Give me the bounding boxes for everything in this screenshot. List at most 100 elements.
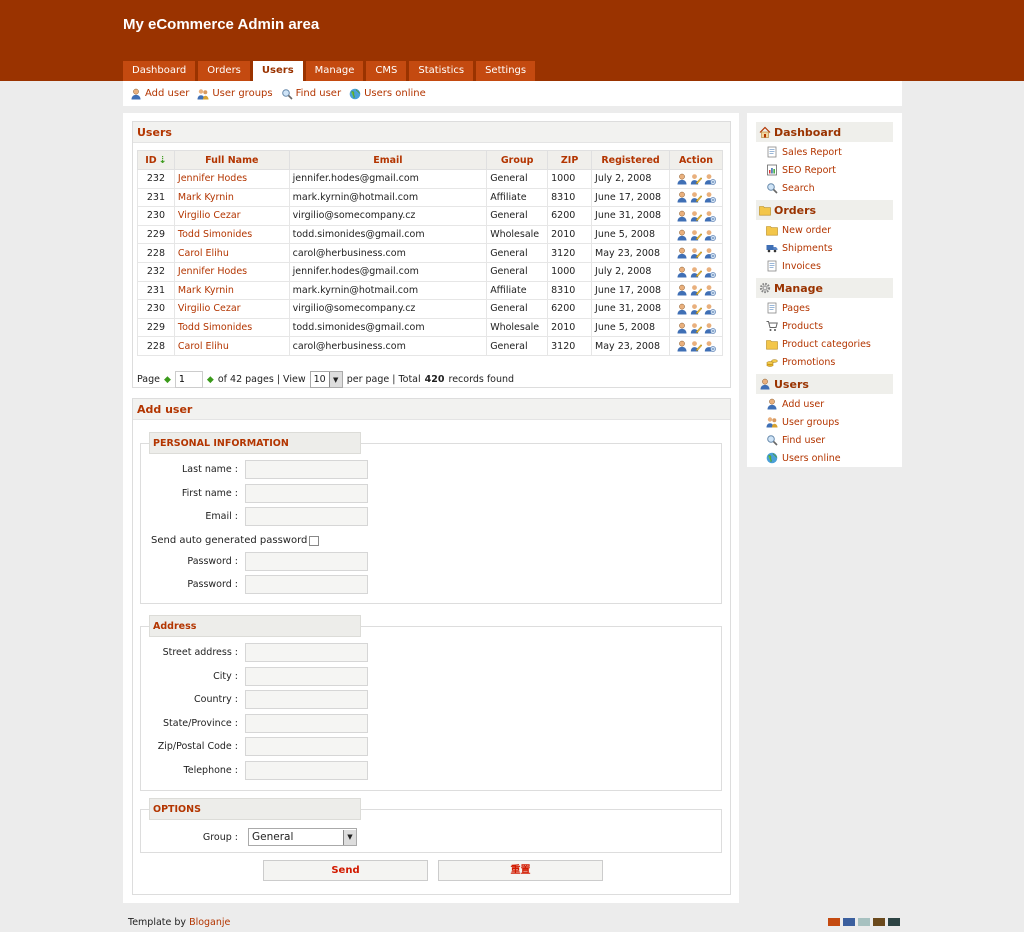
delete-user-icon[interactable] [704,191,716,204]
street-address-field[interactable] [245,643,368,662]
edit-user-icon[interactable] [690,210,702,222]
column-header-registered[interactable]: Registered [591,150,670,170]
send-button[interactable]: Send [263,860,428,881]
delete-user-icon[interactable] [704,173,716,185]
user-full-name[interactable]: Virgilio Cezar [173,299,290,319]
user-full-name[interactable]: Mark Kyrnin [173,280,290,301]
column-header-full-name[interactable]: Full Name [173,150,290,170]
per-page-select[interactable]: 10 ▼ [309,371,343,388]
user-full-name[interactable]: Todd Simonides [173,317,290,338]
delete-user-icon[interactable] [704,229,716,241]
sidebar-section-dashboard[interactable]: Dashboard [756,122,893,142]
sidebar-item-find-user[interactable]: Find user [766,434,825,446]
view-user-icon[interactable] [676,266,688,278]
auto-password-checkbox[interactable] [309,535,320,546]
sidebar-item-seo-report[interactable]: SEO Report [766,164,836,176]
edit-user-icon[interactable] [690,266,702,278]
color-swatch[interactable] [858,918,870,926]
delete-user-icon[interactable] [704,303,716,315]
tab-settings[interactable]: Settings [476,61,536,81]
edit-user-icon[interactable] [690,229,702,241]
view-user-icon[interactable] [676,340,688,352]
user-full-name[interactable]: Todd Simonides [173,224,290,245]
view-user-icon[interactable] [676,284,688,296]
subnav-find-user[interactable]: Find user [281,88,341,100]
color-swatch[interactable] [843,918,855,926]
user-full-name[interactable]: Jennifer Hodes [173,261,290,282]
subnav-add-user[interactable]: Add user [130,88,189,100]
sidebar-item-users-online[interactable]: Users online [766,452,841,464]
sidebar-item-search[interactable]: Search [766,182,815,194]
tab-manage[interactable]: Manage [305,61,364,81]
prev-page-icon[interactable]: ◆ [164,375,171,385]
first-name-field[interactable] [245,484,368,503]
next-page-icon[interactable]: ◆ [207,375,214,385]
edit-user-icon[interactable] [690,340,702,352]
reset-button[interactable]: 重置 [438,860,603,881]
sidebar-item-products[interactable]: Products [766,320,823,332]
user-full-name[interactable]: Carol Elihu [173,243,290,263]
sidebar-section-orders[interactable]: Orders [756,200,893,220]
state-province-field[interactable] [245,714,368,733]
template-author-link[interactable]: Bloganje [189,917,230,928]
sidebar-section-manage[interactable]: Manage [756,278,893,298]
email-field[interactable] [245,507,368,526]
delete-user-icon[interactable] [704,210,716,222]
edit-user-icon[interactable] [690,173,702,185]
edit-user-icon[interactable] [690,191,702,203]
telephone-field[interactable] [245,761,368,780]
column-header-id[interactable]: ID ⇣ [137,150,175,170]
group-select[interactable]: General ▼ [248,828,357,846]
tab-cms[interactable]: CMS [366,61,407,81]
sidebar-item-product-categories[interactable]: Product categories [766,338,871,350]
edit-user-icon[interactable] [690,247,702,259]
zip-postal-code-field[interactable] [245,737,368,756]
sidebar-item-invoices[interactable]: Invoices [766,260,821,272]
password-confirm-field[interactable] [245,575,368,594]
country-field[interactable] [245,690,368,709]
sidebar-item-promotions[interactable]: Promotions [766,356,835,368]
subnav-users-online[interactable]: Users online [349,88,426,100]
view-user-icon[interactable] [676,303,688,315]
city-field[interactable] [245,667,368,686]
color-swatch[interactable] [873,918,885,926]
user-full-name[interactable]: Carol Elihu [173,336,290,356]
sidebar-item-user-groups[interactable]: User groups [766,416,839,428]
column-header-action[interactable]: Action [668,150,724,170]
column-header-email[interactable]: Email [288,150,488,170]
edit-user-icon[interactable] [690,303,702,315]
edit-user-icon[interactable] [690,322,702,334]
delete-user-icon[interactable] [704,284,716,297]
sidebar-item-new-order[interactable]: New order [766,224,831,236]
sidebar-item-sales-report[interactable]: Sales Report [766,146,842,158]
column-header-group[interactable]: Group [486,150,549,170]
password-field[interactable] [245,552,368,571]
tab-dashboard[interactable]: Dashboard [123,61,196,81]
delete-user-icon[interactable] [704,266,716,278]
user-full-name[interactable]: Mark Kyrnin [173,187,290,208]
view-user-icon[interactable] [676,229,688,241]
edit-user-icon[interactable] [690,284,702,296]
tab-orders[interactable]: Orders [198,61,250,81]
sidebar-item-pages[interactable]: Pages [766,302,810,314]
view-user-icon[interactable] [676,191,688,203]
sidebar-section-users[interactable]: Users [756,374,893,394]
user-full-name[interactable]: Virgilio Cezar [173,206,290,226]
sidebar-item-add-user[interactable]: Add user [766,398,824,410]
user-full-name[interactable]: Jennifer Hodes [173,169,290,189]
column-header-zip[interactable]: ZIP [547,150,593,170]
delete-user-icon[interactable] [704,247,716,260]
sidebar-item-shipments[interactable]: Shipments [766,242,833,254]
color-swatch[interactable] [888,918,900,926]
page-number-input[interactable] [174,371,203,388]
last-name-field[interactable] [245,460,368,479]
color-swatch[interactable] [828,918,840,926]
view-user-icon[interactable] [676,322,688,334]
subnav-user-groups[interactable]: User groups [197,88,273,100]
view-user-icon[interactable] [676,173,688,185]
tab-users[interactable]: Users [252,61,303,82]
delete-user-icon[interactable] [704,322,716,334]
view-user-icon[interactable] [676,210,688,222]
delete-user-icon[interactable] [704,340,716,353]
tab-statistics[interactable]: Statistics [409,61,474,81]
